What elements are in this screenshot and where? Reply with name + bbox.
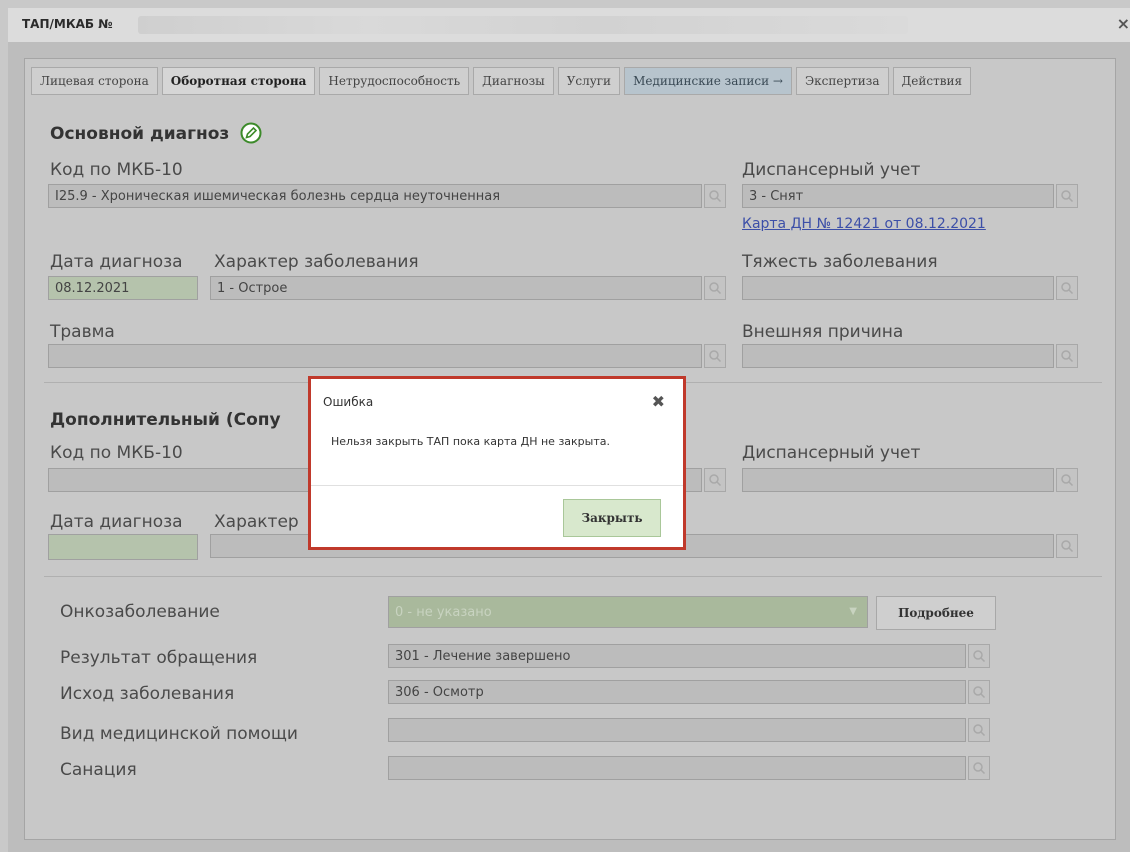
injury-field[interactable] bbox=[48, 344, 702, 368]
care-type-field[interactable] bbox=[388, 718, 966, 742]
onco-select-value: 0 - не указано bbox=[395, 605, 492, 620]
tab-diagnoses[interactable]: Диагнозы bbox=[473, 67, 554, 95]
search-icon bbox=[973, 724, 986, 737]
add-character-search-button[interactable] bbox=[1056, 534, 1078, 558]
dialog-divider bbox=[311, 485, 683, 486]
dialog-message: Нельзя закрыть ТАП пока карта ДН не закр… bbox=[331, 435, 610, 448]
character-label: Характер заболевания bbox=[214, 252, 419, 272]
sanation-search-button[interactable] bbox=[968, 756, 990, 780]
external-cause-label: Внешняя причина bbox=[742, 322, 904, 342]
search-icon bbox=[973, 762, 986, 775]
care-type-label: Вид медицинской помощи bbox=[60, 724, 298, 744]
injury-search-button[interactable] bbox=[704, 344, 726, 368]
search-icon bbox=[709, 282, 722, 295]
dn-card-link[interactable]: Карта ДН № 12421 от 08.12.2021 bbox=[742, 216, 986, 232]
divider bbox=[44, 576, 1102, 577]
tab-medical-records[interactable]: Медицинские записи → bbox=[624, 67, 792, 95]
severity-search-button[interactable] bbox=[1056, 276, 1078, 300]
character-field[interactable]: 1 - Острое bbox=[210, 276, 702, 300]
search-icon bbox=[973, 650, 986, 663]
onco-select[interactable]: 0 - не указано ▼ bbox=[388, 596, 868, 628]
date-field[interactable]: 08.12.2021 bbox=[48, 276, 198, 300]
search-icon bbox=[973, 686, 986, 699]
disp-field[interactable]: 3 - Снят bbox=[742, 184, 1054, 208]
mkb-search-button[interactable] bbox=[704, 184, 726, 208]
add-mkb-label: Код по МКБ-10 bbox=[50, 443, 183, 463]
add-disp-field[interactable] bbox=[742, 468, 1054, 492]
main-diagnosis-heading: Основной диагноз bbox=[50, 124, 230, 144]
additional-diagnosis-heading: Дополнительный (Сопу bbox=[50, 410, 281, 430]
exodus-label: Исход заболевания bbox=[60, 684, 235, 704]
character-search-button[interactable] bbox=[704, 276, 726, 300]
add-date-field[interactable] bbox=[48, 534, 198, 560]
sanation-label: Санация bbox=[60, 760, 137, 780]
tab-disability[interactable]: Нетрудоспособность bbox=[319, 67, 470, 95]
error-dialog: Ошибка ✖ Нельзя закрыть ТАП пока карта Д… bbox=[308, 376, 686, 550]
sanation-field[interactable] bbox=[388, 756, 966, 780]
search-icon bbox=[1061, 282, 1074, 295]
dialog-close-button[interactable]: Закрыть bbox=[563, 499, 661, 537]
disp-search-button[interactable] bbox=[1056, 184, 1078, 208]
search-icon bbox=[1061, 540, 1074, 553]
tab-strip: Лицевая сторона Оборотная сторона Нетруд… bbox=[31, 67, 975, 97]
mkb-field[interactable]: I25.9 - Хроническая ишемическая болезнь … bbox=[48, 184, 702, 208]
tab-expertise[interactable]: Экспертиза bbox=[795, 67, 889, 95]
external-cause-search-button[interactable] bbox=[1056, 344, 1078, 368]
more-details-button[interactable]: Подробнее bbox=[876, 596, 996, 630]
date-label: Дата диагноза bbox=[50, 252, 183, 272]
tab-back-side[interactable]: Оборотная сторона bbox=[161, 67, 316, 95]
title-redacted bbox=[138, 16, 908, 34]
tab-actions[interactable]: Действия bbox=[892, 67, 972, 95]
tab-services[interactable]: Услуги bbox=[557, 67, 621, 95]
severity-label: Тяжесть заболевания bbox=[742, 252, 938, 272]
chevron-down-icon: ▼ bbox=[849, 606, 857, 617]
title-bar: ТАП/МКАБ № × bbox=[8, 8, 1130, 42]
result-search-button[interactable] bbox=[968, 644, 990, 668]
tab-front-side[interactable]: Лицевая сторона bbox=[31, 67, 158, 95]
add-character-label: Характер bbox=[214, 512, 299, 532]
injury-label: Травма bbox=[50, 322, 115, 342]
dialog-title-bar: Ошибка ✖ bbox=[311, 379, 683, 425]
exodus-field[interactable]: 306 - Осмотр bbox=[388, 680, 966, 704]
exodus-search-button[interactable] bbox=[968, 680, 990, 704]
search-icon bbox=[709, 190, 722, 203]
dialog-title: Ошибка bbox=[323, 395, 374, 409]
add-mkb-search-button[interactable] bbox=[704, 468, 726, 492]
disp-label: Диспансерный учет bbox=[742, 160, 921, 180]
search-icon bbox=[1061, 190, 1074, 203]
result-label: Результат обращения bbox=[60, 648, 258, 668]
edit-icon[interactable] bbox=[240, 122, 262, 144]
result-field[interactable]: 301 - Лечение завершено bbox=[388, 644, 966, 668]
add-disp-label: Диспансерный учет bbox=[742, 443, 921, 463]
search-icon bbox=[1061, 350, 1074, 363]
add-date-label: Дата диагноза bbox=[50, 512, 183, 532]
mkb-label: Код по МКБ-10 bbox=[50, 160, 183, 180]
add-disp-search-button[interactable] bbox=[1056, 468, 1078, 492]
dialog-close-icon[interactable]: ✖ bbox=[652, 392, 665, 411]
onco-label: Онкозаболевание bbox=[60, 602, 220, 622]
external-cause-field[interactable] bbox=[742, 344, 1054, 368]
window-close-icon[interactable]: × bbox=[1117, 14, 1130, 33]
care-type-search-button[interactable] bbox=[968, 718, 990, 742]
window-title: ТАП/МКАБ № bbox=[22, 17, 113, 31]
severity-field[interactable] bbox=[742, 276, 1054, 300]
search-icon bbox=[709, 350, 722, 363]
search-icon bbox=[709, 474, 722, 487]
search-icon bbox=[1061, 474, 1074, 487]
